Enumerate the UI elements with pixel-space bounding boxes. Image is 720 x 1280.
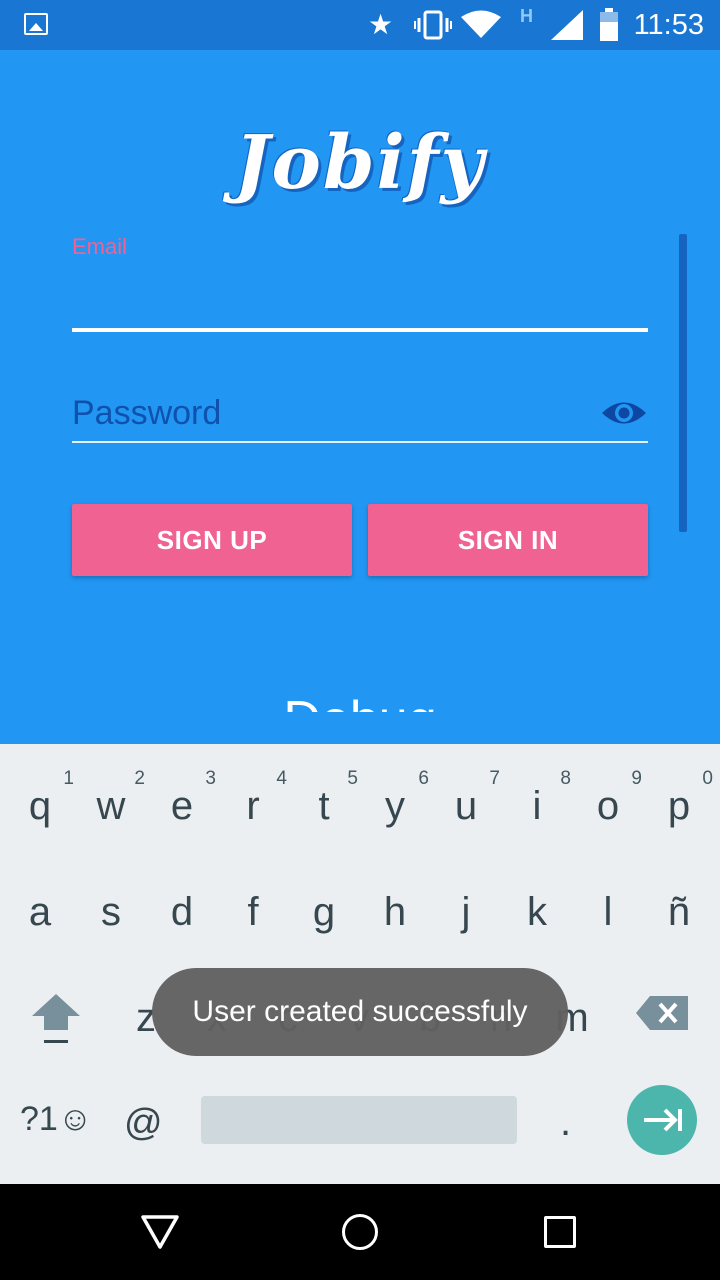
- battery-icon: [600, 8, 618, 41]
- backspace-icon[interactable]: [634, 994, 690, 1032]
- key-label: t: [318, 784, 330, 828]
- clock: 11:53: [633, 9, 704, 41]
- key-label: l: [603, 890, 613, 934]
- key-u[interactable]: 7u: [430, 768, 502, 829]
- key-r[interactable]: 4r: [217, 768, 289, 829]
- key-ñ[interactable]: ñ: [643, 890, 715, 935]
- key-label: s: [101, 890, 121, 934]
- key-hint: 8: [560, 768, 571, 789]
- key-hint: 6: [418, 768, 429, 789]
- vibrate-icon: [414, 10, 452, 40]
- home-icon[interactable]: [342, 1214, 378, 1250]
- key-hint: 0: [702, 768, 713, 789]
- key-label: f: [247, 890, 259, 934]
- key-hint: 3: [205, 768, 216, 789]
- key-hint: 9: [631, 768, 642, 789]
- key-label: u: [454, 784, 478, 828]
- key-hint: 2: [134, 768, 145, 789]
- toast-message: User created successfuly: [152, 968, 568, 1056]
- key-hint: 4: [276, 768, 287, 789]
- enter-icon: [644, 1108, 682, 1132]
- key-label: h: [383, 890, 407, 934]
- key-label: a: [28, 890, 52, 934]
- key-label: p: [667, 784, 691, 828]
- eye-icon[interactable]: [600, 396, 648, 430]
- app-logo: Jobify: [234, 120, 486, 206]
- key-label: k: [527, 890, 547, 934]
- key-label: d: [170, 890, 194, 934]
- key-label: ñ: [667, 890, 691, 934]
- key-q[interactable]: 1q: [4, 768, 76, 829]
- key-l[interactable]: l: [572, 890, 644, 935]
- email-label: Email: [72, 234, 128, 259]
- enter-key[interactable]: [627, 1085, 697, 1155]
- back-icon[interactable]: [140, 1214, 180, 1250]
- network-type-label: H: [520, 6, 533, 26]
- key-label: g: [312, 890, 336, 934]
- symbols-key[interactable]: ?1☺: [20, 1100, 93, 1139]
- key-w[interactable]: 2w: [75, 768, 147, 829]
- key-s[interactable]: s: [75, 890, 147, 935]
- status-bar: ★ H 11:53: [0, 0, 720, 50]
- sign-up-button[interactable]: SIGN UP: [72, 504, 352, 576]
- scroll-indicator: [679, 234, 687, 532]
- key-g[interactable]: g: [288, 890, 360, 935]
- key-i[interactable]: 8i: [501, 768, 573, 829]
- key-t[interactable]: 5t: [288, 768, 360, 829]
- key-label: w: [96, 784, 126, 828]
- key-label: q: [28, 784, 52, 828]
- email-underline: [72, 328, 648, 332]
- wifi-icon: [461, 10, 501, 38]
- key-o[interactable]: 9o: [572, 768, 644, 829]
- sign-in-button[interactable]: SIGN IN: [368, 504, 648, 576]
- email-field[interactable]: [72, 262, 648, 326]
- key-p[interactable]: 0p: [643, 768, 715, 829]
- debug-label[interactable]: Debug: [0, 690, 720, 712]
- key-hint: 5: [347, 768, 358, 789]
- star-icon: ★: [368, 9, 394, 40]
- navigation-bar: [0, 1184, 720, 1280]
- key-label: o: [596, 784, 620, 828]
- key-e[interactable]: 3e: [146, 768, 218, 829]
- shift-icon[interactable]: [28, 988, 84, 1048]
- key-label: y: [385, 784, 405, 828]
- key-k[interactable]: k: [501, 890, 573, 935]
- debug-label-container: Debug: [0, 690, 720, 712]
- key-h[interactable]: h: [359, 890, 431, 935]
- key-a[interactable]: a: [4, 890, 76, 935]
- key-label: j: [461, 890, 471, 934]
- recents-icon[interactable]: [544, 1216, 576, 1248]
- signal-icon: [551, 10, 583, 40]
- key-j[interactable]: j: [430, 890, 502, 935]
- at-key[interactable]: @: [124, 1102, 163, 1145]
- key-label: i: [532, 784, 542, 828]
- gallery-icon: [24, 13, 48, 35]
- key-label: e: [170, 784, 194, 828]
- key-f[interactable]: f: [217, 890, 289, 935]
- password-field[interactable]: [72, 386, 592, 440]
- period-key[interactable]: .: [560, 1100, 571, 1145]
- key-hint: 7: [489, 768, 500, 789]
- key-d[interactable]: d: [146, 890, 218, 935]
- key-label: r: [246, 784, 260, 828]
- password-underline: [72, 441, 648, 443]
- key-hint: 1: [63, 768, 74, 789]
- key-y[interactable]: 6y: [359, 768, 431, 829]
- space-bar[interactable]: [201, 1096, 517, 1144]
- soft-keyboard: 1q2w3e4r5t6y7u8i9o0p asdfghjklñ zxcvbnm …: [0, 744, 720, 1184]
